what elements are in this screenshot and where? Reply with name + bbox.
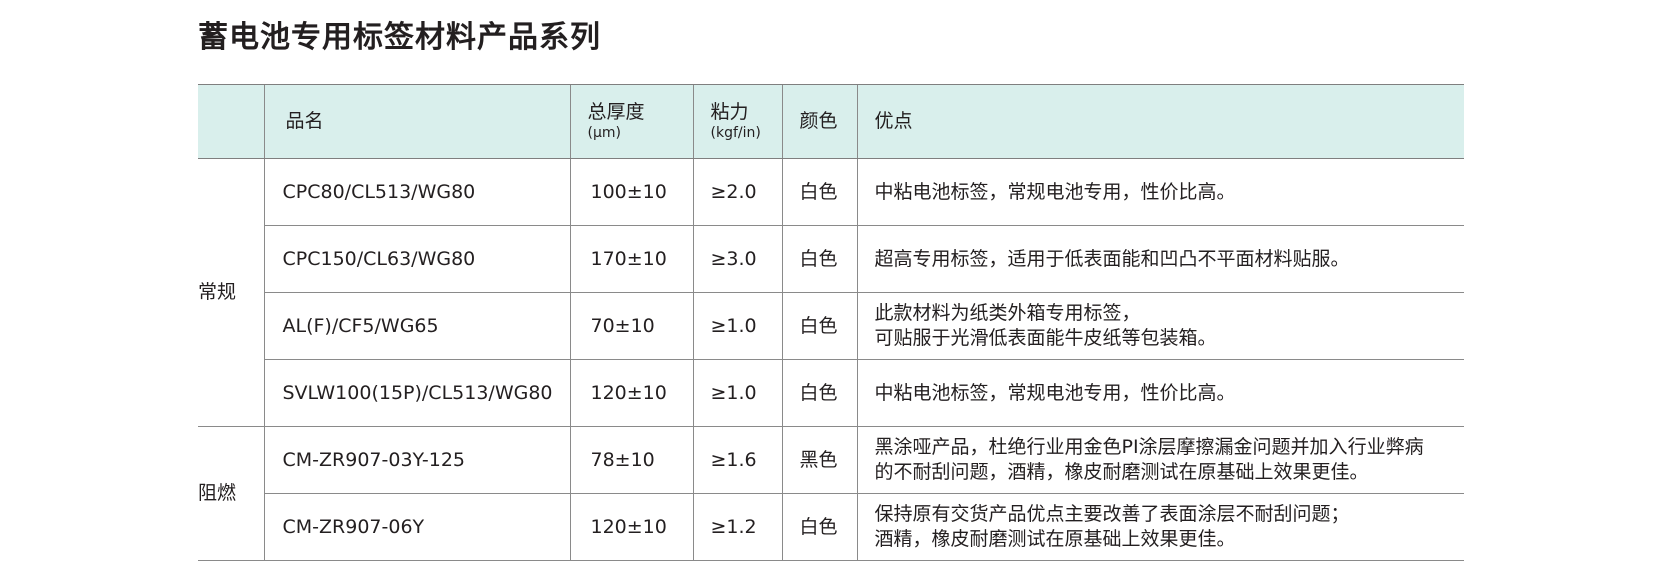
product-name-cell: AL(F)/CF5/WG65 xyxy=(263,292,570,360)
table-row: CPC150/CL63/WG80 170±10 ≥3.0 白色 超高专用标签，适… xyxy=(198,225,1464,293)
color-cell: 白色 xyxy=(781,292,857,360)
advantages-cell: 中粘电池标签，常规电池专用，性价比高。 xyxy=(856,158,1464,226)
thickness-column-header: 总厚度 (μm) xyxy=(569,84,693,159)
name-header-label: 品名 xyxy=(285,110,324,133)
color-cell: 黑色 xyxy=(781,426,857,494)
table-header-row: 品名 总厚度 (μm) 粘力 (kgf/in) 颜色 优点 xyxy=(198,84,1464,159)
color-cell: 白色 xyxy=(781,359,857,427)
product-name-cell: CPC80/CL513/WG80 xyxy=(263,158,570,226)
advantages-line: 酒精，橡皮耐磨测试在原基础上效果更佳。 xyxy=(874,528,1236,550)
adhesion-unit-label: (kgf/in) xyxy=(710,125,761,141)
adhesion-cell: ≥1.2 xyxy=(692,493,782,561)
advantages-column-header: 优点 xyxy=(856,84,1464,159)
category-cell-flame-retardant: 阻燃 xyxy=(198,426,264,561)
thickness-cell: 70±10 xyxy=(569,292,693,360)
thickness-cell: 170±10 xyxy=(569,225,693,293)
table-row: 阻燃 CM-ZR907-03Y-125 78±10 ≥1.6 黑色 黑涂哑产品，… xyxy=(198,426,1464,561)
adhesion-cell: ≥1.6 xyxy=(692,426,782,494)
thickness-unit-label: (μm) xyxy=(587,125,621,141)
product-name-cell: CPC150/CL63/WG80 xyxy=(263,225,570,293)
table-row: CM-ZR907-06Y 120±10 ≥1.2 白色 保持原有交货产品优点主要… xyxy=(198,493,1464,561)
color-header-label: 颜色 xyxy=(799,110,838,133)
product-name-cell: SVLW100(15P)/CL513/WG80 xyxy=(263,359,570,427)
thickness-header-label: 总厚度 xyxy=(587,101,645,124)
page-title: 蓄电池专用标签材料产品系列 xyxy=(198,20,601,55)
table-row: AL(F)/CF5/WG65 70±10 ≥1.0 白色 此款材料为纸类外箱专用… xyxy=(198,292,1464,360)
advantages-cell: 黑涂哑产品，杜绝行业用金色PI涂层摩擦漏金问题并加入行业弊病 的不耐刮问题，酒精… xyxy=(856,426,1464,494)
advantages-line: 中粘电池标签，常规电池专用，性价比高。 xyxy=(874,180,1236,203)
adhesion-cell: ≥1.0 xyxy=(692,359,782,427)
advantages-cell: 中粘电池标签，常规电池专用，性价比高。 xyxy=(856,359,1464,427)
advantages-line: 保持原有交货产品优点主要改善了表面涂层不耐刮问题； xyxy=(874,503,1350,526)
color-column-header: 颜色 xyxy=(781,84,857,159)
adhesion-cell: ≥3.0 xyxy=(692,225,782,293)
category-cell-regular: 常规 xyxy=(198,158,264,427)
advantages-line: 此款材料为纸类外箱专用标签， xyxy=(874,302,1141,325)
table-row: SVLW100(15P)/CL513/WG80 120±10 ≥1.0 白色 中… xyxy=(198,359,1464,427)
thickness-cell: 78±10 xyxy=(569,426,693,494)
product-spec-table: 品名 总厚度 (μm) 粘力 (kgf/in) 颜色 优点 常规 CPC80/C… xyxy=(198,84,1464,561)
advantages-cell: 保持原有交货产品优点主要改善了表面涂层不耐刮问题； 酒精，橡皮耐磨测试在原基础上… xyxy=(856,493,1464,561)
color-cell: 白色 xyxy=(781,493,857,561)
color-cell: 白色 xyxy=(781,158,857,226)
table-row: 常规 CPC80/CL513/WG80 100±10 ≥2.0 白色 中粘电池标… xyxy=(198,158,1464,427)
product-name-cell: CM-ZR907-06Y xyxy=(263,493,570,561)
advantages-line: 超高专用标签，适用于低表面能和凹凸不平面材料贴服。 xyxy=(874,247,1350,270)
adhesion-column-header: 粘力 (kgf/in) xyxy=(692,84,782,159)
adhesion-cell: ≥2.0 xyxy=(692,158,782,226)
color-cell: 白色 xyxy=(781,225,857,293)
advantages-line: 中粘电池标签，常规电池专用，性价比高。 xyxy=(874,381,1236,404)
adhesion-cell: ≥1.0 xyxy=(692,292,782,360)
advantages-cell: 超高专用标签，适用于低表面能和凹凸不平面材料贴服。 xyxy=(856,225,1464,293)
advantages-cell: 此款材料为纸类外箱专用标签， 可贴服于光滑低表面能牛皮纸等包装箱。 xyxy=(856,292,1464,360)
thickness-cell: 120±10 xyxy=(569,359,693,427)
advantages-line: 的不耐刮问题，酒精，橡皮耐磨测试在原基础上效果更佳。 xyxy=(874,461,1369,483)
advantages-line: 可贴服于光滑低表面能牛皮纸等包装箱。 xyxy=(874,327,1217,349)
name-column-header: 品名 xyxy=(263,84,570,159)
adhesion-header-label: 粘力 xyxy=(710,101,749,124)
product-name-cell: CM-ZR907-03Y-125 xyxy=(263,426,570,494)
thickness-cell: 120±10 xyxy=(569,493,693,561)
advantages-line: 黑涂哑产品，杜绝行业用金色PI涂层摩擦漏金问题并加入行业弊病 xyxy=(874,436,1424,459)
advantages-header-label: 优点 xyxy=(874,110,913,133)
category-column-header xyxy=(198,84,264,159)
thickness-cell: 100±10 xyxy=(569,158,693,226)
